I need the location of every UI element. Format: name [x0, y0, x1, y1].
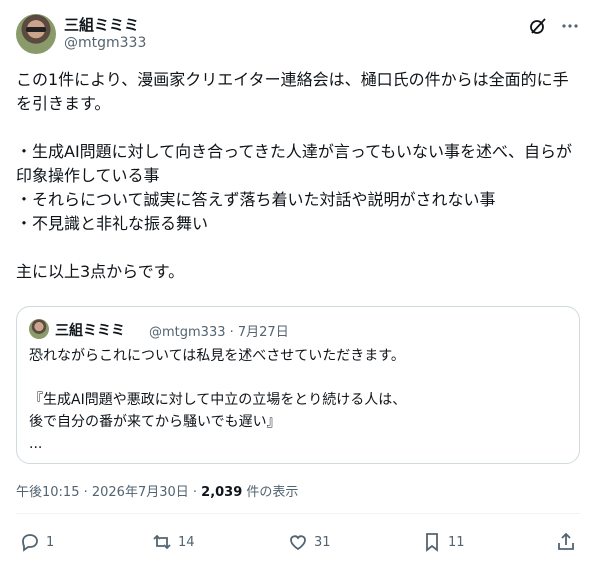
share-icon — [558, 532, 574, 550]
quoted-meta: @mtgm333 · 7月27日 — [149, 325, 289, 340]
quoted-text: 恐れながらこれについては私見を述べさせていただきます。 『生成AI問題や悪政に対… — [29, 348, 407, 452]
quoted-display-name: 三組ミミミ — [55, 323, 125, 339]
grok-icon[interactable] — [528, 16, 548, 36]
bookmark-button[interactable]: 11 — [422, 528, 465, 556]
like-count: 31 — [314, 534, 331, 550]
author-display-name[interactable]: 三組ミミミ — [64, 14, 139, 35]
more-dots-icon[interactable] — [560, 16, 580, 36]
views-label: 件の表示 — [242, 485, 299, 500]
quoted-avatar — [29, 319, 49, 339]
avatar[interactable] — [16, 14, 56, 54]
reply-count: 1 — [46, 534, 55, 550]
post-time[interactable]: 午後10:15 · 2026年7月30日 · — [16, 485, 201, 500]
share-button[interactable] — [556, 528, 576, 556]
views-count: 2,039 — [201, 485, 243, 500]
repost-count: 14 — [178, 534, 195, 550]
reply-button[interactable]: 1 — [20, 528, 54, 556]
reply-icon — [22, 534, 38, 552]
bookmark-icon — [426, 533, 438, 552]
heart-icon — [290, 535, 306, 551]
bookmark-count: 11 — [448, 534, 465, 550]
repost-button[interactable]: 14 — [152, 528, 195, 556]
quoted-post-header: 三組ミミミ @mtgm333 · 7月27日 — [29, 319, 567, 341]
quoted-post[interactable]: 三組ミミミ @mtgm333 · 7月27日 恐れながらこれについては私見を述べ… — [16, 306, 580, 464]
post-text: この1件により、漫画家クリエイター連絡会は、樋口氏の件からは全面的に手を引きます… — [16, 70, 572, 281]
repost-icon — [153, 534, 171, 550]
like-button[interactable]: 31 — [288, 528, 331, 556]
post-header: 三組ミミミ @mtgm333 — [16, 12, 580, 56]
divider — [16, 513, 580, 514]
author-handle[interactable]: @mtgm333 — [64, 35, 146, 51]
post-timestamp: 午後10:15 · 2026年7月30日 · 2,039 件の表示 — [16, 481, 298, 500]
action-bar: 1 14 31 11 — [16, 528, 580, 556]
